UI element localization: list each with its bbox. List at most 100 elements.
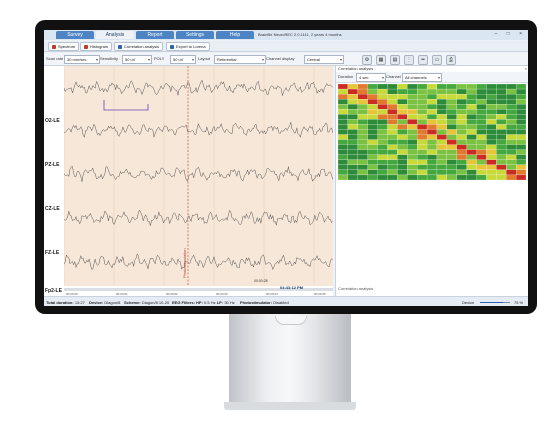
- matrix-cell[interactable]: [496, 144, 507, 150]
- matrix-cell[interactable]: [377, 139, 388, 145]
- matrix-cell[interactable]: [516, 88, 526, 95]
- matrix-cell[interactable]: [357, 139, 368, 145]
- matrix-cell[interactable]: [496, 129, 507, 135]
- matrix-cell[interactable]: [456, 99, 467, 105]
- matrix-cell[interactable]: [456, 94, 467, 100]
- matrix-cell[interactable]: [407, 144, 418, 150]
- matrix-cell[interactable]: [397, 94, 408, 100]
- matrix-cell[interactable]: [338, 124, 348, 130]
- matrix-cell[interactable]: [456, 109, 467, 115]
- matrix-cell[interactable]: [466, 124, 477, 130]
- matrix-cell[interactable]: [506, 144, 517, 150]
- matrix-cell[interactable]: [347, 174, 358, 180]
- matrix-cell[interactable]: [516, 84, 526, 90]
- matrix-cell[interactable]: [417, 169, 428, 176]
- matrix-cell[interactable]: [456, 164, 467, 170]
- matrix-cell[interactable]: [347, 169, 358, 176]
- matrix-cell[interactable]: [417, 104, 428, 110]
- matrix-cell[interactable]: [397, 169, 408, 176]
- matrix-cell[interactable]: [397, 119, 408, 125]
- matrix-cell[interactable]: [496, 104, 507, 110]
- matrix-cell[interactable]: [446, 124, 457, 130]
- matrix-cell[interactable]: [367, 94, 378, 100]
- matrix-cell[interactable]: [338, 109, 348, 115]
- matrix-cell[interactable]: [426, 124, 438, 130]
- matrix-cell[interactable]: [436, 144, 447, 150]
- matrix-cell[interactable]: [496, 139, 507, 145]
- matrix-cell[interactable]: [417, 114, 428, 120]
- matrix-cell[interactable]: [476, 114, 487, 120]
- matrix-cell[interactable]: [516, 174, 526, 180]
- matrix-cell[interactable]: [367, 109, 378, 115]
- matrix-cell[interactable]: [426, 169, 438, 176]
- matrix-cell[interactable]: [338, 104, 348, 110]
- matrix-cell[interactable]: [387, 114, 398, 120]
- matrix-cell[interactable]: [516, 159, 526, 165]
- matrix-cell[interactable]: [446, 169, 457, 176]
- marker-icon[interactable]: ••: [418, 55, 428, 65]
- matrix-cell[interactable]: [496, 154, 507, 160]
- matrix-cell[interactable]: [426, 84, 438, 90]
- matrix-cell[interactable]: [436, 149, 447, 155]
- matrix-cell[interactable]: [338, 169, 348, 176]
- matrix-cell[interactable]: [407, 159, 418, 165]
- matrix-cell[interactable]: [397, 114, 408, 120]
- matrix-cell[interactable]: [367, 134, 378, 140]
- matrix-cell[interactable]: [338, 154, 348, 160]
- matrix-cell[interactable]: [417, 174, 428, 180]
- matrix-cell[interactable]: [436, 114, 447, 120]
- matrix-cell[interactable]: [486, 174, 497, 180]
- matrix-cell[interactable]: [496, 169, 507, 176]
- matrix-cell[interactable]: [347, 114, 358, 120]
- matrix-cell[interactable]: [347, 119, 358, 125]
- matrix-cell[interactable]: [397, 129, 408, 135]
- matrix-cell[interactable]: [338, 84, 348, 90]
- grid-icon[interactable]: ⋮: [404, 55, 414, 65]
- matrix-cell[interactable]: [397, 109, 408, 115]
- matrix-cell[interactable]: [456, 114, 467, 120]
- matrix-cell[interactable]: [486, 164, 497, 170]
- matrix-cell[interactable]: [426, 94, 438, 100]
- close-icon[interactable]: ×: [525, 66, 527, 71]
- matrix-cell[interactable]: [456, 169, 467, 176]
- matrix-cell[interactable]: [417, 149, 428, 155]
- channel-select[interactable]: All channels: [402, 73, 442, 82]
- matrix-cell[interactable]: [357, 104, 368, 110]
- matrix-cell[interactable]: [426, 88, 438, 95]
- matrix-cell[interactable]: [347, 139, 358, 145]
- matrix-cell[interactable]: [506, 84, 517, 90]
- matrix-cell[interactable]: [516, 114, 526, 120]
- matrix-cell[interactable]: [417, 159, 428, 165]
- matrix-cell[interactable]: [426, 164, 438, 170]
- matrix-cell[interactable]: [357, 109, 368, 115]
- matrix-cell[interactable]: [466, 154, 477, 160]
- eeg-plot[interactable]: Photostimulation 00:00:28: [63, 66, 334, 286]
- matrix-cell[interactable]: [436, 169, 447, 176]
- matrix-cell[interactable]: [506, 99, 517, 105]
- tab-settings[interactable]: Settings: [176, 31, 214, 39]
- matrix-cell[interactable]: [407, 134, 418, 140]
- matrix-cell[interactable]: [456, 124, 467, 130]
- matrix-cell[interactable]: [377, 169, 388, 176]
- matrix-cell[interactable]: [407, 154, 418, 160]
- matrix-cell[interactable]: [417, 129, 428, 135]
- matrix-cell[interactable]: [466, 114, 477, 120]
- matrix-cell[interactable]: [476, 154, 487, 160]
- matrix-cell[interactable]: [456, 154, 467, 160]
- matrix-cell[interactable]: [426, 114, 438, 120]
- matrix-cell[interactable]: [387, 88, 398, 95]
- matrix-cell[interactable]: [466, 144, 477, 150]
- matrix-cell[interactable]: [446, 109, 457, 115]
- matrix-cell[interactable]: [367, 149, 378, 155]
- matrix-cell[interactable]: [367, 139, 378, 145]
- layout-select[interactable]: Referential: [214, 55, 266, 64]
- matrix-cell[interactable]: [407, 119, 418, 125]
- matrix-cell[interactable]: [436, 164, 447, 170]
- matrix-cell[interactable]: [357, 144, 368, 150]
- matrix-cell[interactable]: [377, 159, 388, 165]
- matrix-cell[interactable]: [506, 129, 517, 135]
- matrix-cell[interactable]: [506, 109, 517, 115]
- tab-report[interactable]: Report: [136, 31, 174, 39]
- matrix-cell[interactable]: [426, 134, 438, 140]
- matrix-cell[interactable]: [456, 174, 467, 180]
